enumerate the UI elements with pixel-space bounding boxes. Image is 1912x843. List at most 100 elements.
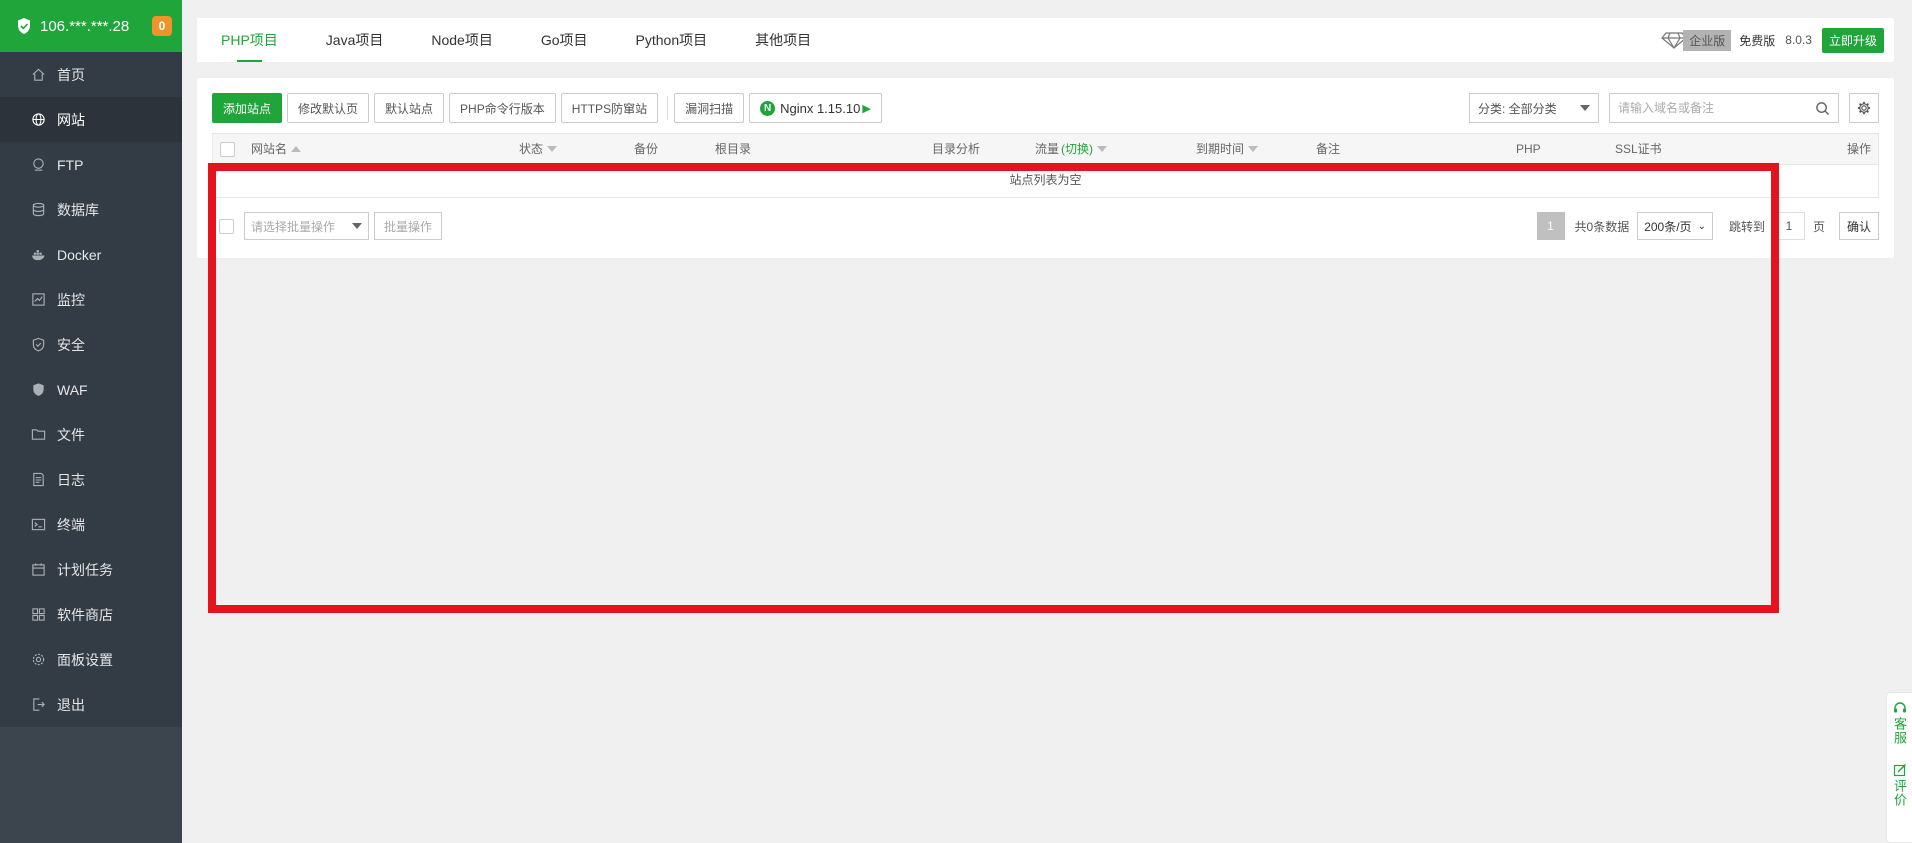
column-label: 操作 — [1846, 142, 1871, 156]
project-tabs-bar: PHP项目 Java项目 Node项目 Go项目 Python项目 其他项目 企… — [197, 18, 1894, 62]
batch-operation-select[interactable]: 请选择批量操作 — [244, 212, 369, 240]
page-size-select[interactable]: 200条/页 ⌄ — [1637, 212, 1713, 240]
column-label: PHP — [1516, 142, 1541, 156]
home-icon — [30, 67, 46, 83]
monitor-icon — [30, 292, 46, 308]
column-ssl: SSL证书 — [1615, 134, 1662, 164]
floating-service-widget: 客服 评价 — [1886, 692, 1912, 843]
server-ip: 106.***.***.28 — [40, 17, 130, 35]
sidebar-item-label: 日志 — [57, 471, 85, 488]
enterprise-badge[interactable]: 企业版 — [1661, 29, 1732, 51]
column-label: 目录分析 — [932, 142, 981, 156]
column-label: 网站名 — [251, 142, 288, 156]
php-cli-version-button[interactable]: PHP命令行版本 — [449, 93, 556, 123]
total-count: 共0条数据 — [1574, 219, 1630, 234]
server-header[interactable]: 106.***.***.28 0 — [0, 0, 182, 52]
sidebar-item-logs[interactable]: 日志 — [0, 457, 182, 502]
tab-go[interactable]: Go项目 — [517, 18, 612, 62]
https-protect-button[interactable]: HTTPS防窜站 — [560, 93, 659, 123]
tab-php[interactable]: PHP项目 — [197, 18, 302, 62]
confirm-jump-button[interactable]: 确认 — [1838, 212, 1879, 240]
sort-down-icon — [1248, 146, 1259, 152]
batch-operation-button[interactable]: 批量操作 — [374, 212, 443, 240]
sidebar-item-monitor[interactable]: 监控 — [0, 277, 182, 322]
site-search — [1609, 93, 1839, 123]
sidebar-item-cron[interactable]: 计划任务 — [0, 547, 182, 592]
pagination: 1 共0条数据 200条/页 ⌄ 跳转到 1 页 确认 — [1536, 212, 1879, 240]
column-backup: 备份 — [634, 134, 658, 164]
footer-select-checkbox[interactable] — [219, 218, 234, 234]
column-actions: 操作 — [1847, 134, 1871, 164]
checkbox — [220, 141, 235, 157]
headset-icon[interactable] — [1893, 701, 1907, 715]
free-edition-label: 免费版 — [1739, 33, 1776, 48]
panel-version[interactable]: 8.0.3 — [1785, 33, 1812, 47]
tab-node[interactable]: Node项目 — [407, 18, 516, 62]
sidebar-item-ftp[interactable]: FTP — [0, 142, 182, 187]
sidebar-item-settings[interactable]: 面板设置 — [0, 637, 182, 682]
caret-down-icon — [352, 223, 362, 229]
site-toolbar: 添加站点 修改默认页 默认站点 PHP命令行版本 HTTPS防窜站 漏洞扫描 N… — [212, 93, 1879, 123]
terminal-icon — [30, 517, 46, 533]
column-traffic[interactable]: 流量 (切换) — [1035, 134, 1108, 164]
enterprise-label: 企业版 — [1683, 29, 1732, 51]
logout-icon — [30, 697, 46, 713]
sidebar-item-home[interactable]: 首页 — [0, 52, 182, 97]
sidebar-item-website[interactable]: 网站 — [0, 97, 182, 142]
search-icon[interactable] — [1815, 101, 1830, 116]
column-php: PHP — [1516, 134, 1541, 164]
add-site-button[interactable]: 添加站点 — [212, 93, 283, 123]
sort-up-icon — [291, 146, 302, 152]
server-shield-icon — [18, 18, 30, 34]
vuln-scan-button[interactable]: 漏洞扫描 — [674, 93, 745, 123]
sidebar-item-waf[interactable]: WAF — [0, 367, 182, 412]
default-site-button[interactable]: 默认站点 — [374, 93, 445, 123]
apps-icon — [30, 607, 46, 623]
sidebar-item-files[interactable]: 文件 — [0, 412, 182, 457]
column-dir-analysis: 目录分析 — [932, 134, 980, 164]
current-page-number[interactable]: 1 — [1536, 212, 1565, 240]
sidebar-item-logout[interactable]: 退出 — [0, 682, 182, 727]
tab-java[interactable]: Java项目 — [302, 18, 408, 62]
notification-badge[interactable]: 0 — [152, 16, 172, 36]
sidebar-item-docker[interactable]: Docker — [0, 232, 182, 277]
sidebar-item-label: 首页 — [57, 66, 85, 83]
sidebar-item-security[interactable]: 安全 — [0, 322, 182, 367]
page-size-value: 200条/页 — [1644, 219, 1692, 234]
sidebar-item-label: 文件 — [57, 426, 85, 443]
column-status[interactable]: 状态 — [519, 134, 558, 164]
docker-icon — [30, 247, 46, 263]
column-settings-button[interactable] — [1849, 93, 1879, 123]
sidebar-item-label: 安全 — [57, 336, 85, 353]
customer-service-link[interactable]: 客服 — [1890, 717, 1909, 745]
sidebar-item-label: 面板设置 — [57, 651, 113, 668]
sidebar-item-label: 数据库 — [57, 201, 99, 218]
site-table-header: 网站名 状态 备份 根目录 目录分析 流量 (切换) 到期时间 备注 PHP SS… — [212, 133, 1879, 165]
sidebar-menu: 首页 网站 FTP 数据库 Docker 监控 安全 WAF 文件 日志 终端 … — [0, 52, 182, 727]
sidebar-item-label: Docker — [57, 246, 102, 263]
sidebar-item-terminal[interactable]: 终端 — [0, 502, 182, 547]
jump-page-input[interactable]: 1 — [1772, 212, 1805, 240]
nginx-version-button[interactable]: N Nginx 1.15.10 ▶ — [749, 93, 882, 123]
tab-python[interactable]: Python项目 — [612, 18, 732, 62]
column-label: 流量 — [1035, 142, 1060, 156]
upgrade-button[interactable]: 立即升级 — [1821, 27, 1884, 53]
toolbar-divider — [667, 96, 669, 120]
select-all-checkbox[interactable] — [220, 141, 235, 157]
review-link[interactable]: 评价 — [1890, 779, 1909, 807]
column-expire-date[interactable]: 到期时间 — [1196, 134, 1259, 164]
sidebar-item-store[interactable]: 软件商店 — [0, 592, 182, 637]
folder-icon — [30, 427, 46, 443]
modify-default-page-button[interactable]: 修改默认页 — [287, 93, 370, 123]
column-site-name[interactable]: 网站名 — [251, 134, 302, 164]
traffic-switch-link[interactable]: (切换) — [1061, 134, 1093, 164]
column-label: 根目录 — [715, 142, 752, 156]
category-select[interactable]: 分类: 全部分类 — [1469, 93, 1599, 123]
column-label: 备注 — [1316, 142, 1341, 156]
tab-other[interactable]: 其他项目 — [731, 18, 835, 62]
edit-icon[interactable] — [1893, 763, 1907, 777]
gear-icon — [30, 652, 46, 668]
nginx-version-label: Nginx 1.15.10 — [780, 100, 861, 116]
site-search-input[interactable] — [1618, 101, 1798, 115]
sidebar-item-database[interactable]: 数据库 — [0, 187, 182, 232]
